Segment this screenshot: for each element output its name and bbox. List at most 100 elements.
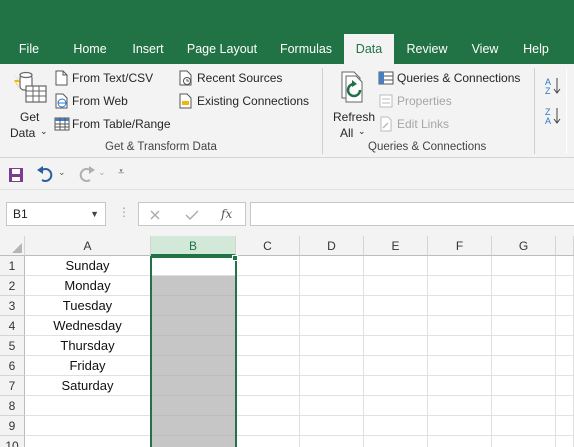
cell[interactable] [236, 436, 300, 447]
cell[interactable] [364, 296, 428, 316]
cell[interactable] [492, 336, 556, 356]
tab-review[interactable]: Review [400, 34, 454, 64]
tab-file[interactable]: File [8, 34, 50, 64]
redo-icon[interactable] [76, 166, 96, 184]
cell-a[interactable] [25, 396, 151, 416]
cell[interactable] [556, 336, 574, 356]
chevron-down-icon[interactable]: ⌄ [58, 167, 66, 178]
cell[interactable] [300, 276, 364, 296]
cell[interactable] [556, 316, 574, 336]
refresh-all-button[interactable]: Refresh All ⌄ [330, 68, 375, 140]
recent-sources-button[interactable]: Recent Sources [178, 70, 298, 88]
cell[interactable] [428, 396, 492, 416]
cell[interactable] [492, 276, 556, 296]
cell[interactable] [364, 396, 428, 416]
cell[interactable] [428, 256, 492, 276]
from-text-csv-button[interactable]: From Text/CSV [54, 70, 172, 88]
cell[interactable] [492, 296, 556, 316]
cell[interactable] [300, 256, 364, 276]
cell-a[interactable]: Wednesday [25, 316, 151, 336]
selected-cell[interactable] [151, 356, 236, 376]
column-header-g[interactable]: G [492, 236, 556, 256]
row-header[interactable]: 8 [0, 396, 25, 416]
name-box[interactable]: B1 ▼ [6, 202, 106, 226]
cell[interactable] [236, 356, 300, 376]
chevron-down-icon[interactable]: ▼ [90, 203, 99, 225]
selected-cell[interactable] [151, 336, 236, 356]
cell[interactable] [364, 356, 428, 376]
cell[interactable] [300, 416, 364, 436]
cell-a[interactable] [25, 416, 151, 436]
cell[interactable] [300, 296, 364, 316]
cell[interactable] [556, 416, 574, 436]
selected-cell[interactable] [151, 296, 236, 316]
cell[interactable] [300, 356, 364, 376]
cell[interactable] [492, 416, 556, 436]
cell[interactable] [492, 256, 556, 276]
properties-button[interactable]: Properties [378, 93, 478, 111]
cell[interactable] [492, 316, 556, 336]
row-header[interactable]: 3 [0, 296, 25, 316]
enter-icon[interactable] [185, 209, 199, 221]
cell[interactable] [364, 416, 428, 436]
cell[interactable] [428, 416, 492, 436]
cell[interactable] [428, 296, 492, 316]
cell[interactable] [300, 336, 364, 356]
fill-handle[interactable] [232, 255, 238, 261]
cell[interactable] [428, 356, 492, 376]
row-header[interactable]: 2 [0, 276, 25, 296]
column-header-partial[interactable] [556, 236, 574, 256]
selected-cell[interactable] [151, 316, 236, 336]
formula-input[interactable] [250, 202, 574, 226]
cell[interactable] [364, 276, 428, 296]
cell[interactable] [300, 316, 364, 336]
selected-cell[interactable] [151, 376, 236, 396]
cell[interactable] [364, 436, 428, 447]
cell[interactable] [236, 256, 300, 276]
cell-a[interactable]: Tuesday [25, 296, 151, 316]
cell[interactable] [364, 336, 428, 356]
from-web-button[interactable]: From Web [54, 93, 172, 111]
cell[interactable] [492, 396, 556, 416]
cell[interactable] [300, 396, 364, 416]
selected-cell[interactable] [151, 416, 236, 436]
cell[interactable] [364, 376, 428, 396]
existing-connections-button[interactable]: Existing Connections [178, 93, 318, 111]
column-header-f[interactable]: F [428, 236, 492, 256]
active-cell[interactable] [151, 256, 236, 276]
cell[interactable] [556, 356, 574, 376]
cell[interactable] [492, 436, 556, 447]
column-header-e[interactable]: E [364, 236, 428, 256]
cell[interactable] [236, 416, 300, 436]
column-header-a[interactable]: A [25, 236, 151, 256]
cell[interactable] [236, 296, 300, 316]
cell[interactable] [300, 436, 364, 447]
cell[interactable] [556, 256, 574, 276]
cell-a[interactable]: Saturday [25, 376, 151, 396]
column-header-c[interactable]: C [236, 236, 300, 256]
cell[interactable] [492, 356, 556, 376]
tab-home[interactable]: Home [64, 34, 116, 64]
tab-insert[interactable]: Insert [124, 34, 172, 64]
selected-cell[interactable] [151, 396, 236, 416]
cell[interactable] [556, 396, 574, 416]
row-header[interactable]: 1 [0, 256, 25, 276]
chevron-down-icon[interactable]: ⌄ [98, 167, 106, 178]
row-header[interactable]: 7 [0, 376, 25, 396]
cell[interactable] [556, 436, 574, 447]
row-header[interactable]: 4 [0, 316, 25, 336]
selected-cell[interactable] [151, 436, 236, 447]
cell[interactable] [236, 316, 300, 336]
cell-a[interactable]: Sunday [25, 256, 151, 276]
undo-icon[interactable] [36, 166, 56, 184]
cell[interactable] [236, 396, 300, 416]
row-header[interactable]: 9 [0, 416, 25, 436]
cell-a[interactable]: Monday [25, 276, 151, 296]
cell[interactable] [364, 256, 428, 276]
tab-view[interactable]: View [464, 34, 506, 64]
sort-a-to-z-icon[interactable]: AZ [544, 76, 562, 96]
edit-links-button[interactable]: Edit Links [378, 116, 478, 134]
column-header-d[interactable]: D [300, 236, 364, 256]
cell[interactable] [556, 296, 574, 316]
queries-connections-button[interactable]: Queries & Connections [378, 70, 524, 88]
